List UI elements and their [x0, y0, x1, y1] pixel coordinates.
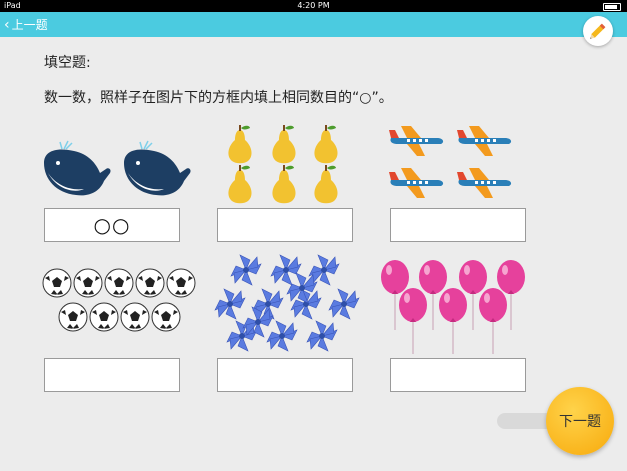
soccer-ball-2: [73, 268, 103, 298]
airplane-2: [457, 126, 512, 156]
flower-9: [266, 320, 298, 352]
balloon-7: [478, 287, 508, 354]
nav-bar: ‹ 上一题: [0, 12, 627, 37]
pear-4: [228, 165, 252, 204]
chevron-left-icon: ‹: [4, 17, 10, 33]
whale-1: [43, 140, 112, 197]
next-question-button[interactable]: 下一题: [546, 387, 614, 455]
clock: 4:20 PM: [297, 1, 330, 10]
whale-2: [123, 140, 192, 197]
battery-icon: [603, 3, 621, 11]
pear-6: [314, 165, 338, 204]
soccer-ball-3: [104, 268, 134, 298]
answer-box-pears[interactable]: [217, 208, 353, 242]
flower-12: [242, 306, 274, 338]
soccer-ball-1: [42, 268, 72, 298]
airplanes-picture: [389, 126, 512, 198]
pears-picture: [228, 125, 338, 204]
soccer-ball-5: [166, 268, 196, 298]
whales-picture: [43, 140, 192, 197]
soccer-ball-9: [151, 302, 181, 332]
balloon-6: [438, 287, 468, 354]
pencil-button[interactable]: [583, 16, 613, 46]
answer-box-balloons[interactable]: [390, 358, 526, 392]
answer-box-soccer-balls[interactable]: [44, 358, 180, 392]
balloons-picture: [380, 259, 526, 354]
flower-2: [270, 254, 302, 286]
soccer-ball-8: [120, 302, 150, 332]
answer-box-flowers[interactable]: [217, 358, 353, 392]
back-button[interactable]: ‹ 上一题: [4, 16, 48, 34]
question-instruction: 数一数，照样子在图片下的方框内填上相同数目的“○”。: [44, 90, 393, 106]
question-type-title: 填空题:: [44, 55, 91, 71]
pear-1: [228, 125, 252, 164]
pencil-icon: [590, 23, 606, 39]
airplane-4: [457, 168, 512, 198]
airplane-1: [389, 126, 444, 156]
soccer-ball-6: [58, 302, 88, 332]
soccer-balls-picture: [42, 268, 196, 332]
soccer-ball-7: [89, 302, 119, 332]
balloon-5: [398, 287, 428, 354]
flower-10: [306, 320, 338, 352]
pear-5: [272, 165, 296, 204]
flower-1: [230, 254, 262, 286]
flowers-picture: [214, 254, 360, 352]
pear-3: [314, 125, 338, 164]
flower-4: [214, 288, 246, 320]
flower-7: [328, 288, 360, 320]
answer-box-airplanes[interactable]: [390, 208, 526, 242]
soccer-ball-4: [135, 268, 165, 298]
pear-2: [272, 125, 296, 164]
airplane-3: [389, 168, 444, 198]
back-label: 上一题: [11, 18, 48, 32]
status-bar: iPad 4:20 PM: [0, 0, 627, 12]
answer-box-whales[interactable]: ○○: [44, 208, 180, 242]
